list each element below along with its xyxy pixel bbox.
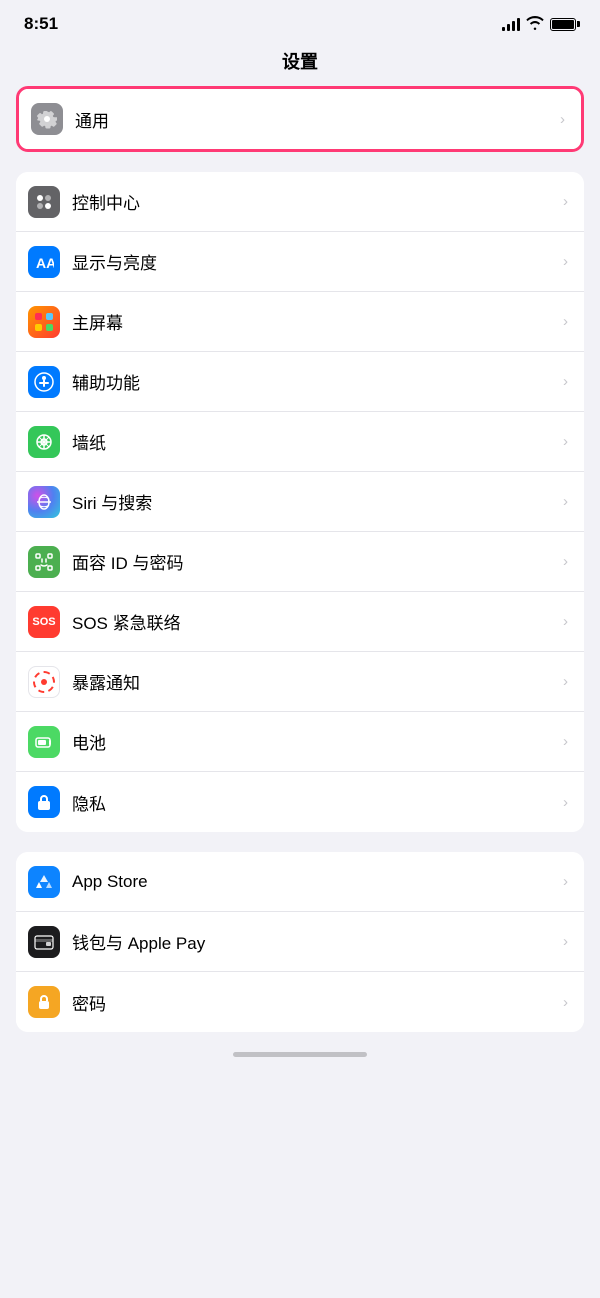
settings-item-appstore[interactable]: App Store ›: [16, 852, 584, 912]
privacy-icon: [28, 786, 60, 818]
settings-item-display[interactable]: AA 显示与亮度 ›: [16, 232, 584, 292]
battery-icon: [550, 18, 576, 31]
wifi-icon: [526, 16, 544, 33]
battery-settings-icon: [28, 726, 60, 758]
label-faceid: 面容 ID 与密码: [72, 549, 557, 574]
settings-item-passwords[interactable]: 密码 ›: [16, 972, 584, 1032]
label-sos: SOS 紧急联络: [72, 609, 557, 634]
label-wallet: 钱包与 Apple Pay: [72, 929, 557, 954]
app-section: App Store › 钱包与 Apple Pay ›: [16, 852, 584, 1032]
label-exposure: 暴露通知: [72, 669, 557, 694]
label-battery: 电池: [72, 729, 557, 754]
signal-icon: [502, 17, 520, 31]
label-general: 通用: [75, 107, 554, 132]
siri-icon: [28, 486, 60, 518]
label-siri: Siri 与搜索: [72, 489, 557, 514]
label-passwords: 密码: [72, 990, 557, 1015]
settings-item-general[interactable]: 通用 ›: [19, 89, 581, 149]
settings-item-control-center[interactable]: 控制中心 ›: [16, 172, 584, 232]
settings-item-accessibility[interactable]: 辅助功能 ›: [16, 352, 584, 412]
homescreen-icon: [28, 306, 60, 338]
wallpaper-icon: [28, 426, 60, 458]
highlighted-section: 通用 ›: [16, 86, 584, 152]
status-time: 8:51: [24, 14, 58, 34]
display-icon: AA: [28, 246, 60, 278]
label-appstore: App Store: [72, 872, 557, 892]
home-indicator: [233, 1052, 367, 1057]
faceid-icon: [28, 546, 60, 578]
settings-item-siri[interactable]: Siri 与搜索 ›: [16, 472, 584, 532]
svg-text:AA: AA: [36, 255, 54, 270]
label-accessibility: 辅助功能: [72, 369, 557, 394]
label-control-center: 控制中心: [72, 189, 557, 214]
page-title: 设置: [0, 42, 600, 86]
settings-item-wallpaper[interactable]: 墙纸 ›: [16, 412, 584, 472]
settings-item-faceid[interactable]: 面容 ID 与密码 ›: [16, 532, 584, 592]
status-icons: [502, 16, 576, 33]
settings-item-battery[interactable]: 电池 ›: [16, 712, 584, 772]
main-section: 控制中心 › AA 显示与亮度 › 主屏幕: [16, 172, 584, 832]
settings-item-sos[interactable]: SOS SOS 紧急联络 ›: [16, 592, 584, 652]
label-display: 显示与亮度: [72, 249, 557, 274]
wallet-icon: [28, 926, 60, 958]
chevron-general: ›: [560, 111, 565, 128]
exposure-icon: [28, 666, 60, 698]
gear-icon: [31, 103, 63, 135]
label-homescreen: 主屏幕: [72, 309, 557, 334]
sos-icon: SOS: [28, 606, 60, 638]
settings-item-exposure[interactable]: 暴露通知 ›: [16, 652, 584, 712]
appstore-icon: [28, 866, 60, 898]
settings-item-wallet[interactable]: 钱包与 Apple Pay ›: [16, 912, 584, 972]
control-center-icon: [28, 186, 60, 218]
settings-item-homescreen[interactable]: 主屏幕 ›: [16, 292, 584, 352]
label-privacy: 隐私: [72, 790, 557, 815]
icon-wrap-general: [19, 89, 75, 149]
passwords-icon: [28, 986, 60, 1018]
accessibility-icon: [28, 366, 60, 398]
settings-item-privacy[interactable]: 隐私 ›: [16, 772, 584, 832]
label-wallpaper: 墙纸: [72, 429, 557, 454]
status-bar: 8:51: [0, 0, 600, 42]
